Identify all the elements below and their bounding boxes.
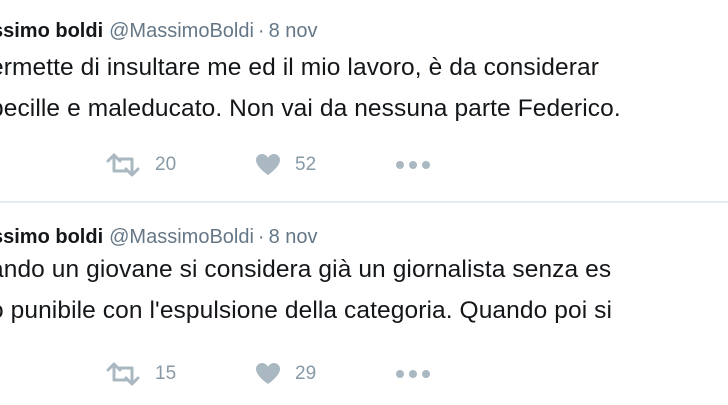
retweet-icon [105, 153, 141, 177]
tweet-date[interactable]: 8 nov [269, 20, 318, 42]
tweet-actions: 15 29 [0, 357, 728, 391]
tweet-header: ssimo boldi @MassimoBoldi · 8 nov [0, 18, 318, 44]
tweet-text-line: ermette di insultare me ed il mio lavoro… [0, 54, 599, 81]
author-handle[interactable]: @MassimoBoldi [109, 226, 254, 248]
retweet-button[interactable]: 15 [105, 357, 176, 391]
author-name[interactable]: ssimo boldi [0, 20, 103, 42]
tweet-date[interactable]: 8 nov [269, 226, 318, 248]
tweet-text-line: o punibile con l'espulsione della catego… [0, 297, 613, 324]
more-icon [395, 160, 431, 170]
tweet-header: ssimo boldi @MassimoBoldi · 8 nov [0, 224, 318, 250]
heart-icon [255, 153, 281, 177]
tweet-text-line: becille e maleducato. Non vai da nessuna… [0, 95, 621, 122]
like-count: 52 [295, 154, 317, 175]
like-button[interactable]: 52 [255, 148, 316, 182]
heart-icon [255, 362, 281, 386]
more-icon [395, 369, 431, 379]
author-handle[interactable]: @MassimoBoldi [109, 20, 254, 42]
tweet-text-line: ando un giovane si considera già un gior… [0, 256, 612, 283]
retweet-button[interactable]: 20 [105, 148, 176, 182]
tweet-actions: 20 52 [0, 148, 728, 182]
retweet-count: 20 [155, 154, 177, 175]
author-name[interactable]: ssimo boldi [0, 226, 103, 248]
like-count: 29 [295, 363, 317, 384]
separator: · [257, 20, 265, 42]
more-button[interactable] [395, 357, 431, 391]
tweet[interactable]: ssimo boldi @MassimoBoldi · 8 nov ando un g… [0, 203, 728, 405]
tweet[interactable]: ssimo boldi @MassimoBoldi · 8 nov ermette d… [0, 0, 728, 202]
like-button[interactable]: 29 [255, 357, 316, 391]
retweet-icon [105, 362, 141, 386]
separator: · [257, 226, 265, 248]
more-button[interactable] [395, 148, 431, 182]
retweet-count: 15 [155, 363, 177, 384]
